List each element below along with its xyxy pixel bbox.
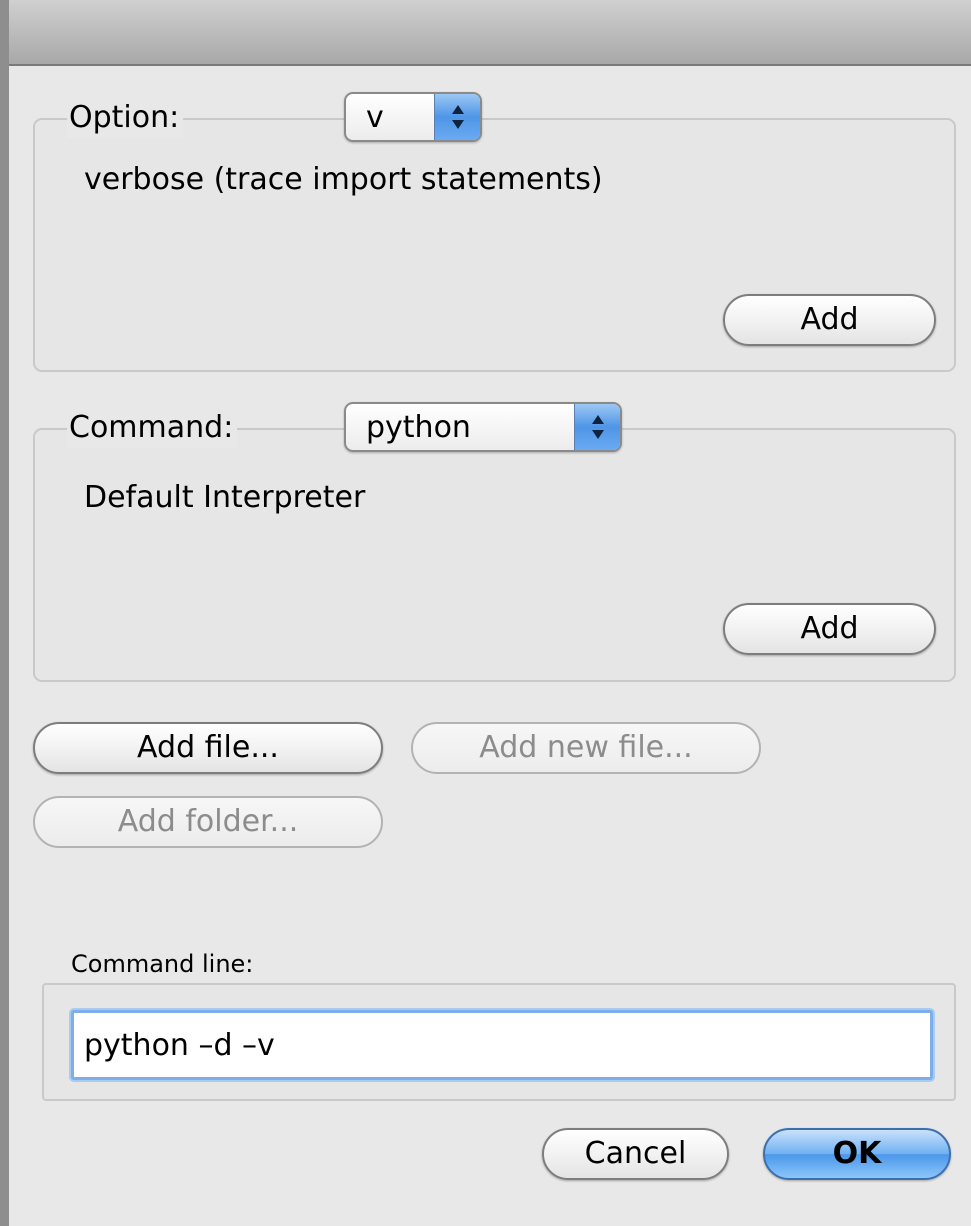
command-line-input[interactable]	[71, 1010, 933, 1080]
option-label: Option:	[67, 98, 184, 138]
command-description: Default Interpreter	[84, 480, 366, 515]
option-popup[interactable]: v	[344, 92, 482, 142]
option-description: verbose (trace import statements)	[84, 162, 603, 197]
command-popup[interactable]: python	[344, 402, 622, 452]
add-folder-button[interactable]: Add folder...	[33, 796, 383, 848]
up-down-chevron-icon	[434, 94, 480, 140]
command-label: Command:	[67, 408, 238, 448]
command-popup-value: python	[366, 410, 471, 445]
add-file-button[interactable]: Add file...	[33, 722, 383, 774]
cancel-button[interactable]: Cancel	[542, 1128, 729, 1180]
option-add-button[interactable]: Add	[723, 294, 936, 346]
dialog-window: Option: v verbose (trace import statemen…	[0, 0, 971, 1226]
option-popup-value: v	[366, 100, 384, 135]
command-add-button[interactable]: Add	[723, 603, 936, 655]
command-line-label: Command line:	[71, 950, 254, 978]
add-new-file-button[interactable]: Add new file...	[411, 722, 761, 774]
title-bar[interactable]	[9, 0, 971, 66]
up-down-chevron-icon	[574, 404, 620, 450]
ok-button[interactable]: OK	[763, 1128, 951, 1180]
